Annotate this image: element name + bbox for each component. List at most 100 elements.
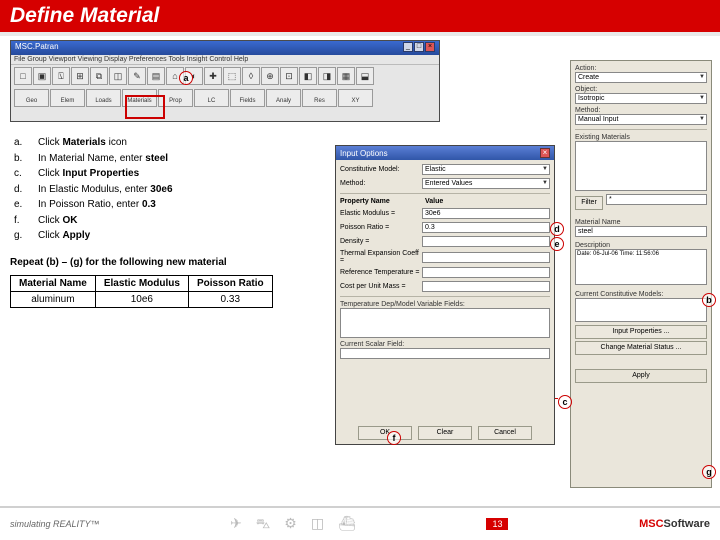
chip-icon: ◫ bbox=[311, 515, 324, 534]
curfield-label: Current Scalar Field: bbox=[340, 341, 550, 348]
th-pr: Poisson Ratio bbox=[188, 276, 272, 292]
tb-icon[interactable]: ⊕ bbox=[261, 67, 279, 85]
tb-fields[interactable]: Fields bbox=[230, 89, 265, 107]
pr-field[interactable]: 0.3 bbox=[422, 222, 550, 233]
tb-icon[interactable]: ◧ bbox=[299, 67, 317, 85]
repeat-text: Repeat (b) – (g) for the following new m… bbox=[10, 257, 227, 268]
tb-icon[interactable]: ▤ bbox=[147, 67, 165, 85]
change-status-button[interactable]: Change Material Status ... bbox=[575, 341, 707, 355]
tb-icon[interactable]: ✎ bbox=[128, 67, 146, 85]
dmethod-select[interactable]: Entered Values bbox=[422, 178, 550, 189]
msc-logo: MSCSoftware bbox=[639, 518, 710, 530]
tb-icon[interactable]: ⍂ bbox=[52, 67, 70, 85]
tb-icon[interactable]: ⬓ bbox=[356, 67, 374, 85]
menu-bar[interactable]: File Group Viewport Viewing Display Pref… bbox=[11, 55, 439, 65]
filter-field[interactable]: * bbox=[606, 194, 707, 205]
tempdep-list[interactable] bbox=[340, 308, 550, 338]
gear-icon: ⚙ bbox=[284, 515, 297, 534]
pr-label: Poisson Ratio = bbox=[340, 224, 422, 231]
tb-icon[interactable]: ✚ bbox=[204, 67, 222, 85]
existing-list[interactable] bbox=[575, 141, 707, 191]
input-properties-button[interactable]: Input Properties ... bbox=[575, 325, 707, 339]
patran-titlebar: MSC.Patran _ □ × bbox=[11, 41, 439, 55]
callout-d: d bbox=[550, 222, 564, 236]
filter-button[interactable]: Filter bbox=[575, 196, 603, 210]
tb-icon[interactable]: ▦ bbox=[337, 67, 355, 85]
table-row: aluminum10e60.33 bbox=[11, 292, 273, 308]
method-select[interactable]: Manual Input bbox=[575, 114, 707, 125]
object-label: Object: bbox=[575, 86, 707, 93]
th-name: Material Name bbox=[11, 276, 96, 292]
callout-e: e bbox=[550, 237, 564, 251]
material-name-field[interactable]: steel bbox=[575, 226, 707, 237]
object-select[interactable]: Isotropic bbox=[575, 93, 707, 104]
callout-a: a bbox=[179, 71, 193, 85]
cm-label: Constitutive Model: bbox=[340, 166, 422, 173]
th-em: Elastic Modulus bbox=[95, 276, 188, 292]
car-icon: ⛍ bbox=[256, 515, 270, 534]
footer-icons: ✈ ⛍ ⚙ ◫ ⛴ bbox=[230, 515, 356, 534]
tb-icon[interactable]: ◫ bbox=[109, 67, 127, 85]
cancel-button[interactable]: Cancel bbox=[478, 426, 532, 440]
density-field[interactable] bbox=[422, 236, 550, 247]
action-label: Action: bbox=[575, 65, 707, 72]
curfield-field[interactable] bbox=[340, 348, 550, 359]
dmethod-label: Method: bbox=[340, 180, 422, 187]
tb-icon[interactable]: ⬚ bbox=[223, 67, 241, 85]
ship-icon: ⛴ bbox=[338, 515, 356, 534]
ref-field[interactable] bbox=[422, 267, 550, 278]
divider bbox=[0, 32, 720, 36]
minimize-icon[interactable]: _ bbox=[403, 42, 413, 52]
callout-g: g bbox=[702, 465, 716, 479]
ok-button[interactable]: OK bbox=[358, 426, 412, 440]
callout-f: f bbox=[387, 431, 401, 445]
step-f: f.Click OK bbox=[14, 213, 173, 229]
footer-slogan: simulating REALITY™ bbox=[10, 519, 100, 529]
cm-select[interactable]: Elastic bbox=[422, 164, 550, 175]
tb-xy[interactable]: XY bbox=[338, 89, 373, 107]
materials-panel: Action:Create Object:Isotropic Method:Ma… bbox=[570, 60, 712, 488]
dialog-titlebar: Input Options × bbox=[336, 146, 554, 160]
page-title: Define Material bbox=[10, 4, 159, 28]
therm-label: Thermal Expansion Coeff = bbox=[340, 250, 422, 264]
tb-elements[interactable]: Elem bbox=[50, 89, 85, 107]
cost-label: Cost per Unit Mass = bbox=[340, 283, 422, 290]
tb-icon[interactable]: ◨ bbox=[318, 67, 336, 85]
constitutive-list[interactable] bbox=[575, 298, 707, 322]
toolbar-row-1: □ ▣ ⍂ ⊞ ⧉ ◫ ✎ ▤ ⌂ ◐ ✚ ⬚ ◊ ⊕ ⊡ ◧ ◨ ▦ ⬓ bbox=[11, 65, 439, 87]
tb-icon[interactable]: ⊞ bbox=[71, 67, 89, 85]
method-label: Method: bbox=[575, 107, 707, 114]
clear-button[interactable]: Clear bbox=[418, 426, 472, 440]
therm-field[interactable] bbox=[422, 252, 550, 263]
tb-icon[interactable]: ▣ bbox=[33, 67, 51, 85]
em-field[interactable]: 30e6 bbox=[422, 208, 550, 219]
tb-icon[interactable]: ⊡ bbox=[280, 67, 298, 85]
description-field[interactable]: Date: 06-Jul-06 Time: 11:56:06 bbox=[575, 249, 707, 285]
tb-loadcases[interactable]: LC bbox=[194, 89, 229, 107]
page-number: 13 bbox=[486, 518, 508, 530]
existing-label: Existing Materials bbox=[575, 134, 707, 141]
step-g: g.Click Apply bbox=[14, 228, 173, 244]
step-e: e.In Poisson Ratio, enter 0.3 bbox=[14, 197, 173, 213]
step-list: a.Click Materials icon b.In Material Nam… bbox=[14, 135, 173, 244]
maximize-icon[interactable]: □ bbox=[414, 42, 424, 52]
window-buttons: _ □ × bbox=[403, 42, 435, 54]
tempdep-header: Temperature Dep/Model Variable Fields: bbox=[340, 301, 550, 308]
apply-button[interactable]: Apply bbox=[575, 369, 707, 383]
action-select[interactable]: Create bbox=[575, 72, 707, 83]
callout-c: c bbox=[558, 395, 572, 409]
footer: simulating REALITY™ ✈ ⛍ ⚙ ◫ ⛴ 13 MSCSoft… bbox=[0, 506, 720, 540]
tb-results[interactable]: Res bbox=[302, 89, 337, 107]
close-icon[interactable]: × bbox=[425, 42, 435, 52]
tb-analysis[interactable]: Analy bbox=[266, 89, 301, 107]
tb-loads[interactable]: Loads bbox=[86, 89, 121, 107]
step-c: c.Click Input Properties bbox=[14, 166, 173, 182]
matname-label: Material Name bbox=[575, 219, 707, 226]
tb-icon[interactable]: □ bbox=[14, 67, 32, 85]
tb-icon[interactable]: ⧉ bbox=[90, 67, 108, 85]
cost-field[interactable] bbox=[422, 281, 550, 292]
input-options-dialog: Input Options × Constitutive Model:Elast… bbox=[335, 145, 555, 445]
tb-geometry[interactable]: Geo bbox=[14, 89, 49, 107]
dialog-close-icon[interactable]: × bbox=[540, 148, 550, 158]
tb-icon[interactable]: ◊ bbox=[242, 67, 260, 85]
